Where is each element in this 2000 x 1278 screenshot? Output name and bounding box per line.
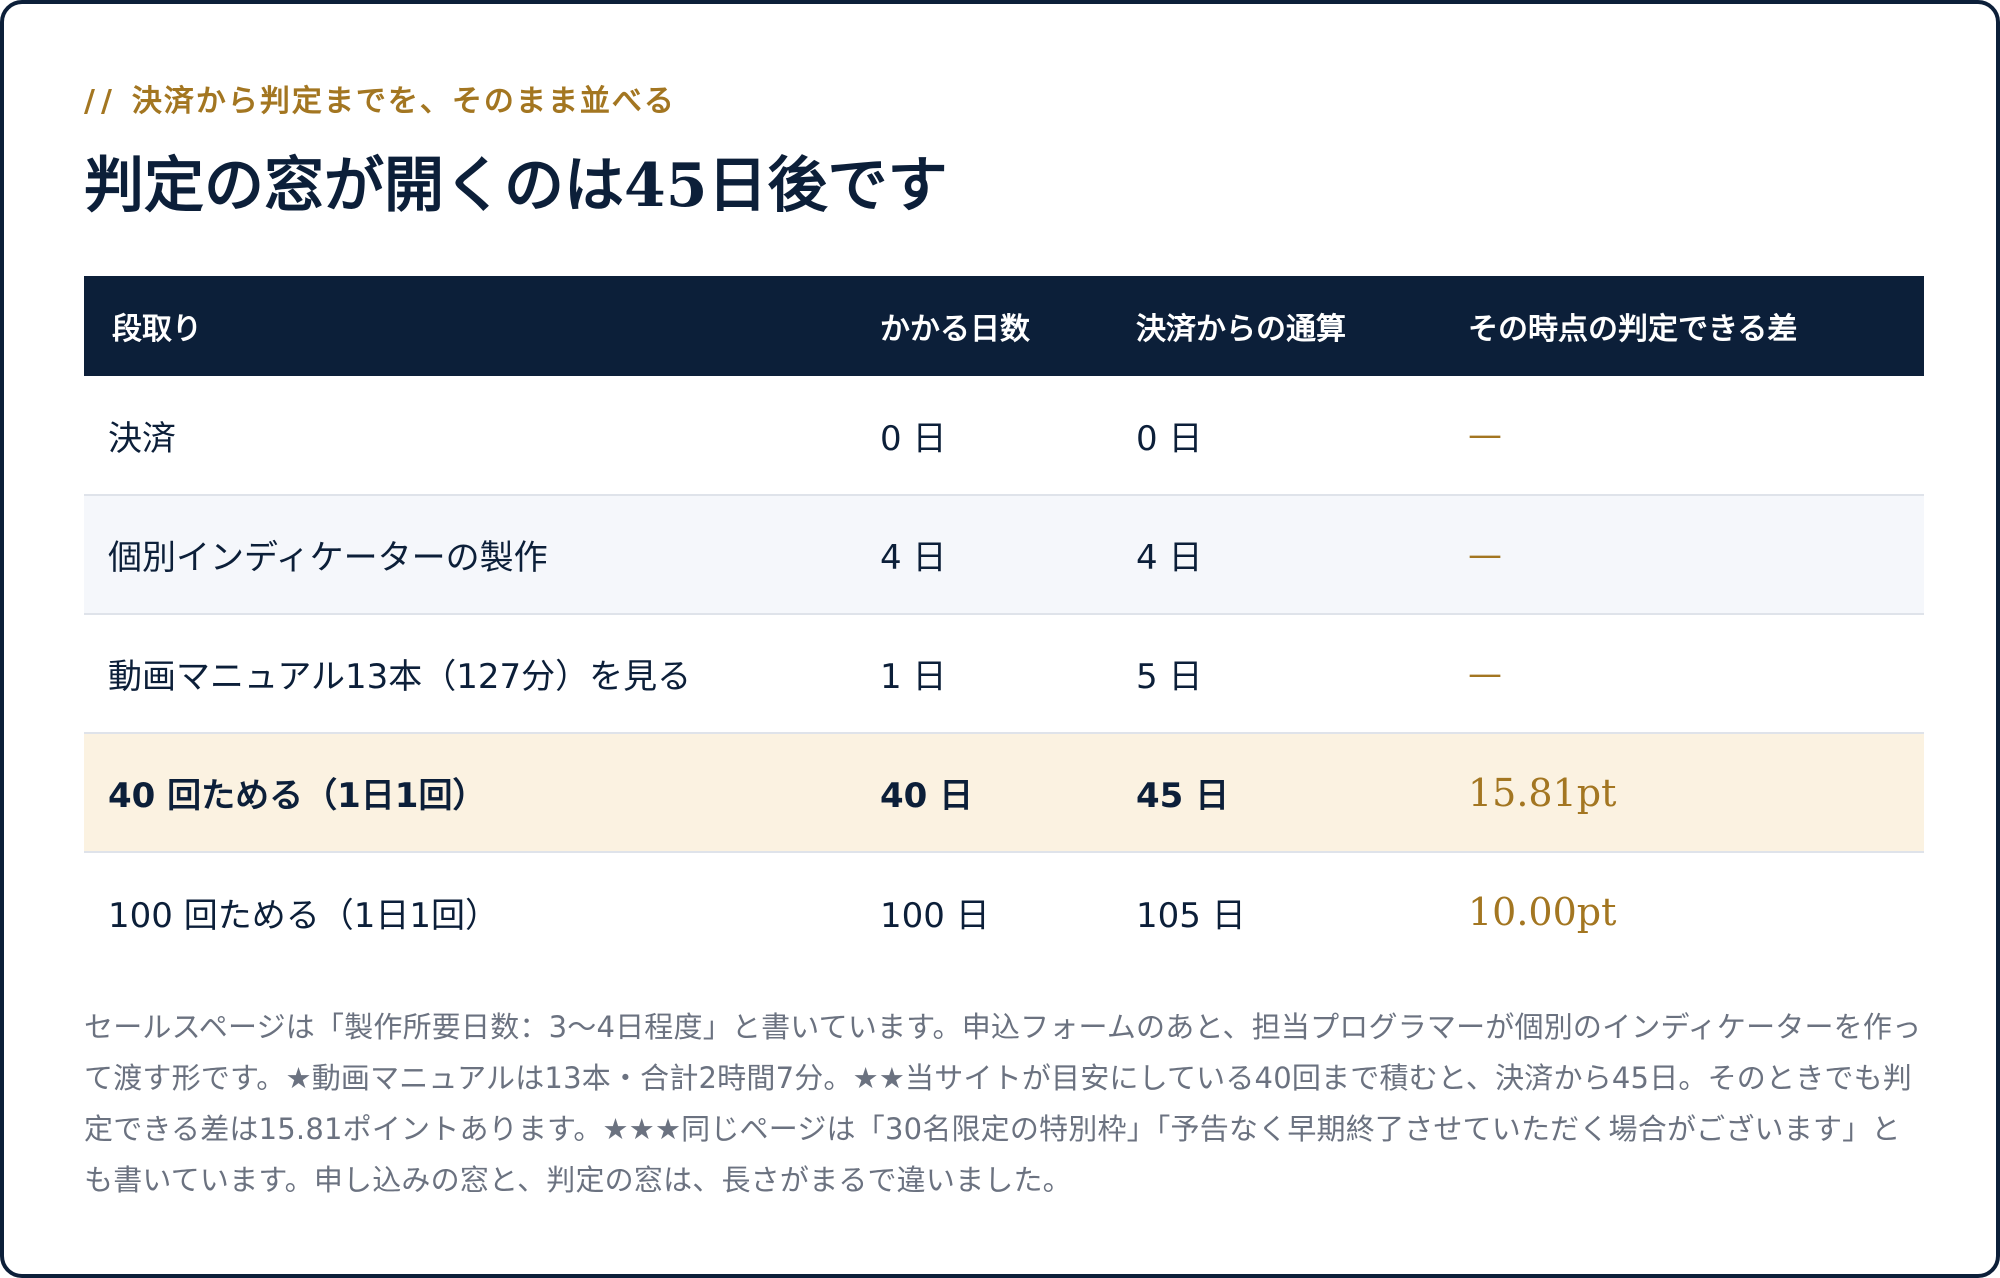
table-header: 段取り かかる日数 決済からの通算 その時点の判定できる差: [84, 276, 1924, 376]
cell-cumulative: 45 日: [1136, 776, 1230, 816]
section-eyebrow: // 決済から判定までを、そのまま並べる: [84, 76, 676, 120]
cell-cumulative: 4 日: [1136, 538, 1203, 578]
header-cumulative: 決済からの通算: [1136, 312, 1346, 347]
eyebrow-slashes: //: [84, 84, 118, 119]
cell-days: 1 日: [880, 657, 947, 697]
table-row: 100 回ためる（1日1回） 100 日 105 日 10.00pt: [84, 852, 1924, 971]
cell-step: 個別インディケーターの製作: [108, 538, 548, 578]
table-row: 個別インディケーターの製作 4 日 4 日 —: [84, 495, 1924, 614]
eyebrow-text: 決済から判定までを、そのまま並べる: [131, 84, 676, 119]
table-row: 決済 0 日 0 日 —: [84, 376, 1924, 495]
cell-cumulative: 105 日: [1136, 895, 1246, 936]
cell-diff: —: [1468, 653, 1502, 694]
header-step: 段取り: [112, 312, 202, 347]
cell-diff: —: [1468, 415, 1502, 455]
cell-days: 100 日: [880, 895, 990, 936]
table-row-highlighted: 40 回ためる（1日1回） 40 日 45 日 15.81pt: [84, 733, 1924, 852]
cell-days: 40 日: [880, 776, 974, 816]
cell-diff: 10.00pt: [1468, 890, 1617, 934]
cell-days: 0 日: [880, 418, 947, 459]
table-body: 決済 0 日 0 日 — 個別インディケーターの製作 4 日 4 日 — 動画マ…: [84, 376, 1924, 971]
table-header-row: 段取り かかる日数 決済からの通算 その時点の判定できる差: [84, 276, 1924, 376]
header-days: かかる日数: [880, 312, 1030, 347]
cell-days: 4 日: [880, 538, 947, 578]
header-diff: その時点の判定できる差: [1468, 312, 1798, 347]
content-card: // 決済から判定までを、そのまま並べる 判定の窓が開くのは45日後です 段取り …: [0, 0, 2000, 1278]
table-row: 動画マニュアル13本（127分）を見る 1 日 5 日 —: [84, 614, 1924, 733]
cell-diff: 15.81pt: [1468, 770, 1617, 815]
cell-step: 40 回ためる（1日1回）: [108, 776, 487, 816]
cell-step: 動画マニュアル13本（127分）を見る: [108, 657, 692, 697]
footnote-paragraph: セールスページは「製作所要日数：3〜4日程度」と書いています。申込フォームのあと…: [84, 1010, 1922, 1197]
cell-cumulative: 0 日: [1136, 418, 1203, 459]
cell-step: 100 回ためる（1日1回）: [108, 895, 499, 936]
cell-diff: —: [1468, 534, 1502, 575]
page-title: 判定の窓が開くのは45日後です: [84, 151, 948, 221]
cell-cumulative: 5 日: [1136, 657, 1203, 697]
cell-step: 決済: [108, 418, 176, 459]
steps-table: 段取り かかる日数 決済からの通算 その時点の判定できる差 決済 0 日 0 日…: [84, 276, 1924, 971]
